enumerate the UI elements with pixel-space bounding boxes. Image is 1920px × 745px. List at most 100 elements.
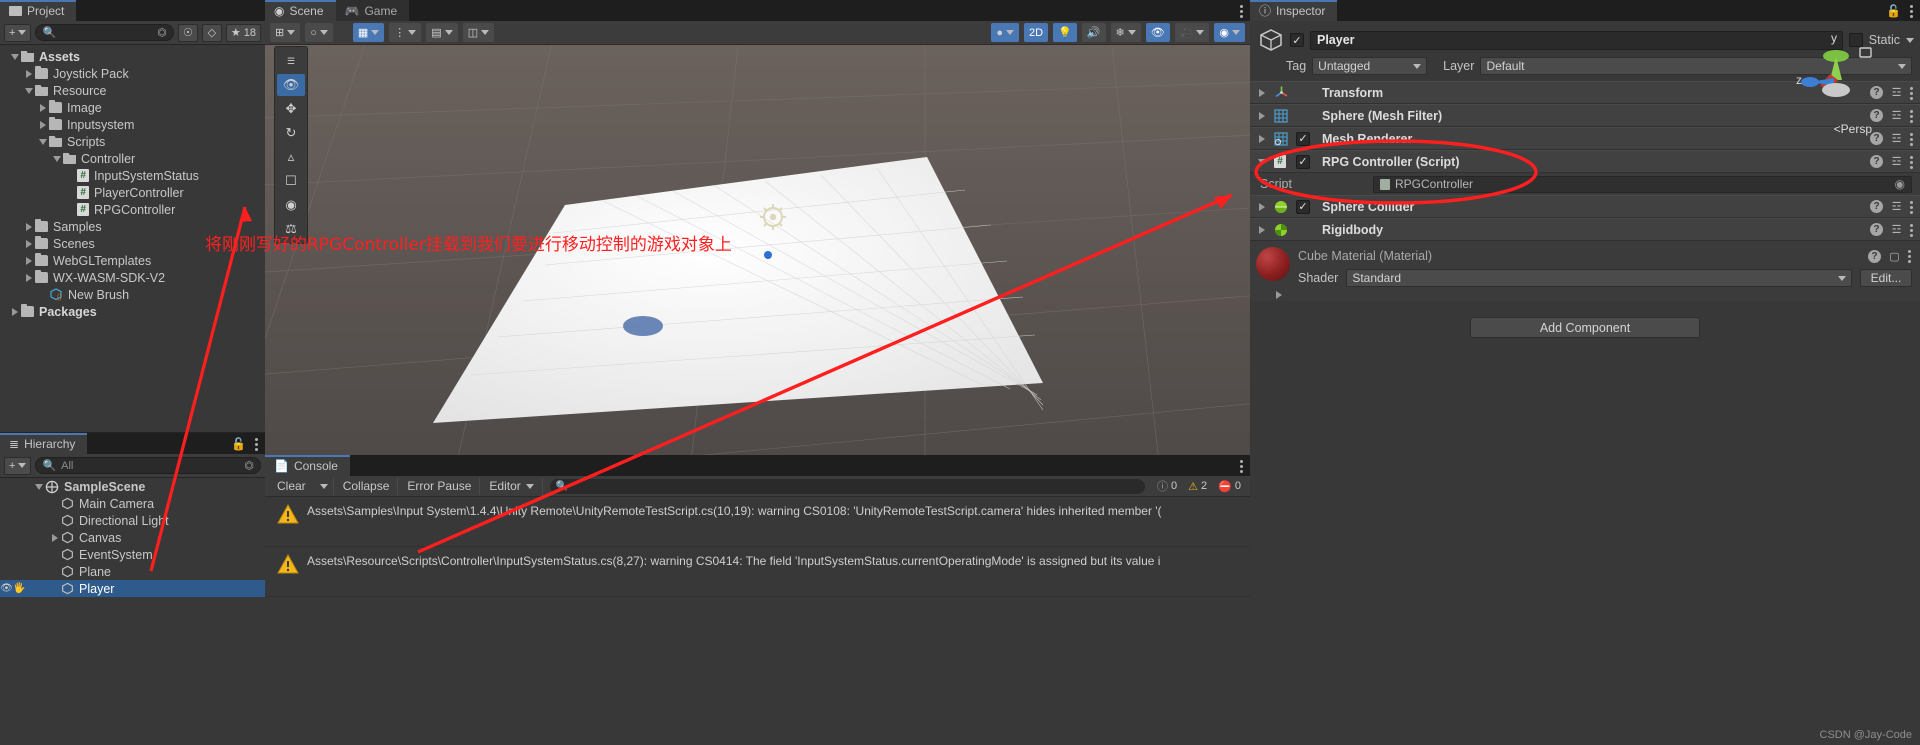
tool-handle-icon[interactable]: ☰ — [277, 50, 305, 72]
hierarchy-item-directional-light[interactable]: Directional Light — [0, 512, 265, 529]
preset-icon[interactable]: ☲ — [1889, 223, 1904, 236]
object-picker-icon[interactable]: ◉ — [1895, 177, 1905, 191]
object-name-input[interactable]: Player — [1310, 30, 1843, 50]
lock-icon[interactable]: 🔓 — [231, 437, 246, 451]
grid-visibility-button[interactable]: ▤ — [426, 23, 458, 42]
search-expand-icon[interactable]: ⏣ — [244, 459, 254, 472]
transform-tool-button[interactable]: ◉ — [277, 194, 305, 216]
rect-tool-button[interactable]: ☐ — [277, 170, 305, 192]
expand-arrow-icon[interactable] — [36, 103, 49, 112]
collapse-arrow-icon[interactable] — [22, 87, 35, 94]
hierarchy-item-eventsystem[interactable]: EventSystem — [0, 546, 265, 563]
camera-dropdown-button[interactable]: 🎥 — [1174, 23, 1210, 42]
tag-dropdown[interactable]: Untagged — [1312, 57, 1428, 75]
project-asset-tree[interactable]: Assets Joystick Pack Resource Image Inputsys… — [0, 45, 265, 320]
project-tree-item[interactable]: Assets — [0, 48, 265, 65]
scale-tool-button[interactable]: ▵ — [277, 146, 305, 168]
collapse-arrow-icon[interactable] — [8, 53, 21, 60]
add-component-button[interactable]: Add Component — [1470, 317, 1700, 338]
project-tree-item[interactable]: # PlayerController — [0, 184, 265, 201]
console-menu-icon[interactable] — [1240, 459, 1244, 473]
expand-arrow-icon[interactable] — [22, 273, 35, 282]
project-tree-item[interactable]: Resource — [0, 82, 265, 99]
expand-arrow-icon[interactable] — [48, 533, 61, 542]
console-log-row[interactable]: Assets\Resource\Scripts\Controller\Input… — [265, 547, 1250, 597]
console-log-list[interactable]: Assets\Samples\Input System\1.4.4\Unity … — [265, 497, 1250, 597]
component-header-rigidbody[interactable]: Rigidbody? ☲ — [1250, 218, 1920, 241]
package-count-badge[interactable]: ★ 18 — [225, 23, 261, 42]
scene-menu-icon[interactable] — [1240, 4, 1244, 18]
2d-toggle-button[interactable]: 2D — [1024, 23, 1049, 42]
hidden-objects-button[interactable]: 👁 — [1145, 23, 1170, 42]
project-tree-item[interactable]: Packages — [0, 303, 265, 320]
create-gameobject-button[interactable]: + — [4, 456, 32, 475]
expand-arrow-icon[interactable] — [1255, 111, 1268, 120]
visibility-toggle-icon[interactable]: 👁 — [0, 583, 13, 594]
pivot-dropdown[interactable]: ⊞ — [270, 23, 301, 42]
project-tree-item[interactable]: # InputSystemStatus — [0, 167, 265, 184]
shader-dropdown[interactable]: Standard — [1346, 269, 1852, 287]
hierarchy-item-canvas[interactable]: Canvas — [0, 529, 265, 546]
pickability-toggle-icon[interactable]: 🖐 — [13, 583, 26, 594]
clear-dropdown-button[interactable] — [315, 477, 334, 495]
component-menu-icon[interactable] — [1910, 223, 1914, 237]
material-expand-arrow-icon[interactable] — [1276, 291, 1282, 299]
preset-icon[interactable]: ☲ — [1889, 155, 1904, 168]
expand-arrow-icon[interactable] — [1255, 225, 1268, 234]
project-tree-item[interactable]: Joystick Pack — [0, 65, 265, 82]
label-filter-button[interactable]: ◇ — [201, 23, 222, 42]
hierarchy-object-tree[interactable]: SampleScene Main Camera Directional Light C… — [0, 478, 265, 597]
tab-game[interactable]: 🎮 Game — [335, 0, 410, 21]
avatar-filter-button[interactable]: ☉ — [177, 23, 198, 42]
hierarchy-menu-icon[interactable] — [255, 437, 259, 451]
hierarchy-item-player[interactable]: 👁 🖐 Player — [0, 580, 265, 597]
preset-icon[interactable]: ☲ — [1889, 109, 1904, 122]
perspective-label[interactable]: <Persp — [1834, 122, 1872, 136]
project-tree-item[interactable]: Controller — [0, 150, 265, 167]
expand-arrow-icon[interactable] — [1255, 202, 1268, 211]
component-enabled-checkbox[interactable]: ✓ — [1296, 154, 1310, 169]
lighting-toggle-button[interactable]: 💡 — [1053, 23, 1077, 42]
expand-arrow-icon[interactable] — [1255, 134, 1268, 143]
grid-axis-dropdown[interactable]: ◫ — [462, 23, 495, 42]
component-enabled-checkbox[interactable]: ✓ — [1296, 199, 1310, 214]
expand-arrow-icon[interactable] — [22, 256, 35, 265]
preset-icon[interactable]: ▢ — [1887, 250, 1902, 263]
component-header-mesh-renderer[interactable]: ✓ Mesh Renderer? ☲ — [1250, 127, 1920, 150]
help-icon[interactable]: ? — [1868, 249, 1881, 263]
collapse-arrow-icon[interactable] — [50, 155, 63, 162]
shader-edit-button[interactable]: Edit... — [1860, 269, 1912, 287]
tab-inspector[interactable]: ⓘ Inspector — [1250, 0, 1338, 21]
expand-arrow-icon[interactable] — [1255, 88, 1268, 97]
expand-arrow-icon[interactable] — [22, 69, 35, 78]
warning-count[interactable]: ⚠ 2 — [1183, 480, 1212, 493]
project-tree-item[interactable]: Scripts — [0, 133, 265, 150]
error-count[interactable]: ⛔ 0 — [1213, 480, 1246, 493]
component-menu-icon[interactable] — [1910, 132, 1914, 146]
script-object-field[interactable]: RPGController ◉ — [1373, 175, 1912, 193]
preset-icon[interactable]: ☲ — [1889, 132, 1904, 145]
tab-console[interactable]: 📄 Console — [265, 455, 350, 476]
expand-arrow-icon[interactable] — [8, 307, 21, 316]
tab-hierarchy[interactable]: ≣ Hierarchy — [0, 433, 88, 454]
project-tree-item[interactable]: # RPGController — [0, 201, 265, 218]
project-tree-item[interactable]: Image — [0, 99, 265, 116]
component-enabled-checkbox[interactable]: ✓ — [1296, 131, 1310, 146]
expand-arrow-icon[interactable] — [22, 222, 35, 231]
collapse-arrow-icon[interactable] — [36, 138, 49, 145]
create-asset-button[interactable]: + — [4, 23, 32, 42]
help-icon[interactable]: ? — [1870, 223, 1883, 236]
component-header-rpg-controller-script[interactable]: # ✓ RPG Controller (Script)? ☲ — [1250, 150, 1920, 173]
log-count[interactable]: ⓘ 0 — [1152, 478, 1182, 494]
project-tree-item[interactable]: Inputsystem — [0, 116, 265, 133]
console-search-input[interactable]: 🔍 — [549, 478, 1146, 494]
audio-toggle-button[interactable]: 🔊 — [1081, 23, 1106, 42]
component-menu-icon[interactable] — [1910, 155, 1914, 169]
console-log-row[interactable]: Assets\Samples\Input System\1.4.4\Unity … — [265, 497, 1250, 547]
collapse-arrow-icon[interactable] — [1255, 158, 1268, 165]
component-menu-icon[interactable] — [1910, 86, 1914, 100]
material-menu-icon[interactable] — [1908, 249, 1912, 263]
project-search-input[interactable]: 🔍 ⏣ — [35, 24, 174, 41]
tab-project[interactable]: Project — [0, 0, 77, 21]
preset-icon[interactable]: ☲ — [1889, 86, 1904, 99]
